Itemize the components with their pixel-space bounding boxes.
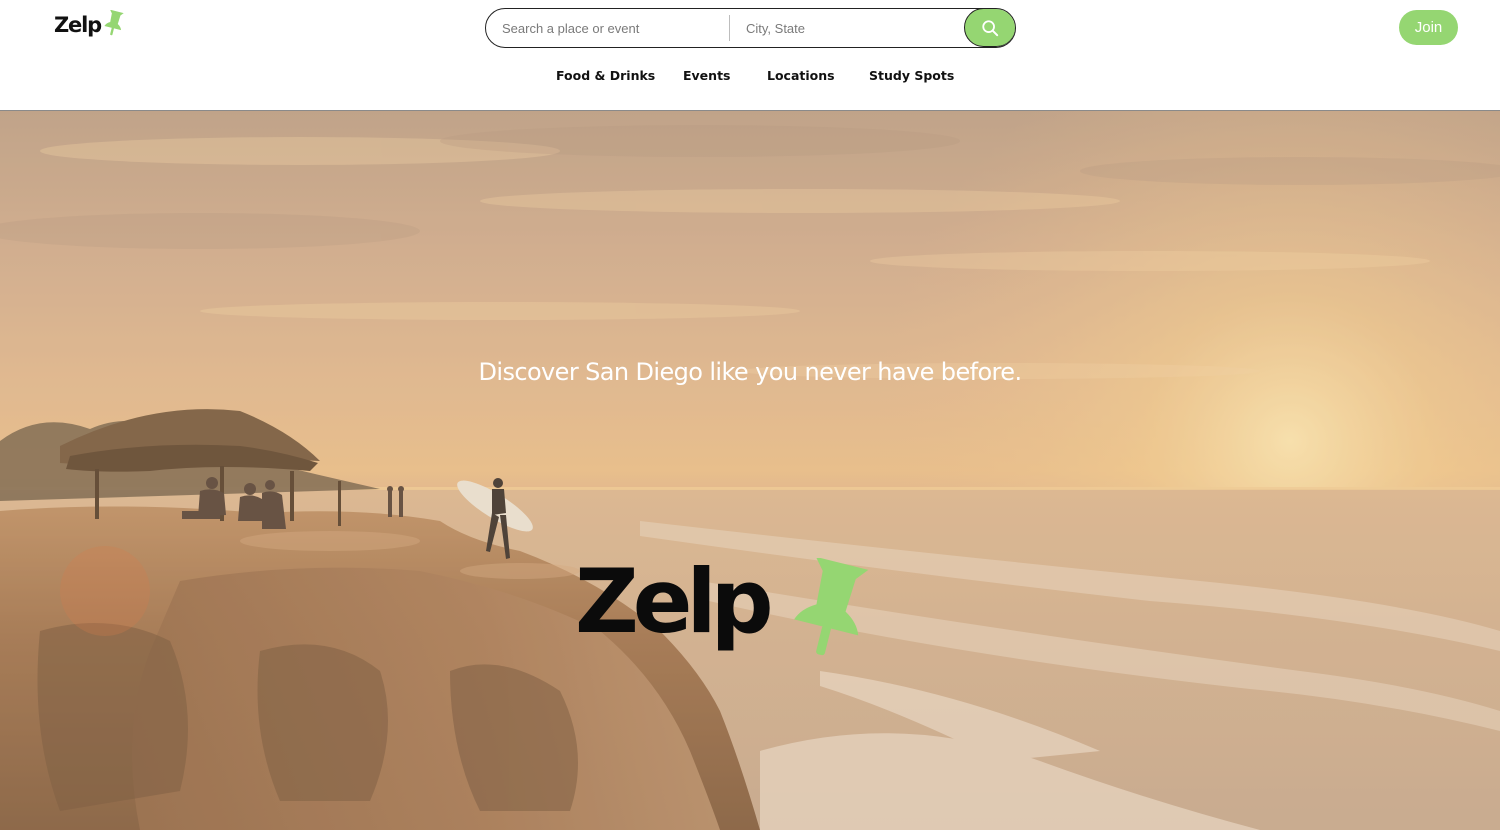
search-bar bbox=[485, 8, 1016, 48]
search-input[interactable] bbox=[486, 9, 729, 47]
pushpin-icon bbox=[793, 558, 868, 656]
nav-item-events[interactable]: Events bbox=[683, 68, 730, 83]
nav-item-study-spots[interactable]: Study Spots bbox=[869, 68, 954, 83]
hero-logo: Zelp bbox=[575, 558, 876, 658]
site-header: Zelp Join Food & Drinks Events Locations… bbox=[0, 0, 1500, 111]
search-icon bbox=[982, 19, 999, 36]
join-button[interactable]: Join bbox=[1399, 10, 1458, 45]
nav-item-food-drinks[interactable]: Food & Drinks bbox=[556, 68, 655, 83]
hero-tagline: Discover San Diego like you never have b… bbox=[478, 358, 1023, 386]
hero-background-image bbox=[0, 111, 1500, 830]
hero-banner: Discover San Diego like you never have b… bbox=[0, 111, 1500, 830]
location-input[interactable] bbox=[730, 9, 964, 47]
main-nav: Food & Drinks Events Locations Study Spo… bbox=[0, 68, 1500, 88]
brand-logo[interactable]: Zelp bbox=[54, 10, 126, 37]
hero-logo-text: Zelp bbox=[575, 550, 774, 653]
nav-item-locations[interactable]: Locations bbox=[767, 68, 835, 83]
pushpin-icon bbox=[104, 10, 124, 36]
brand-name: Zelp bbox=[54, 13, 102, 37]
search-button[interactable] bbox=[964, 9, 1015, 47]
